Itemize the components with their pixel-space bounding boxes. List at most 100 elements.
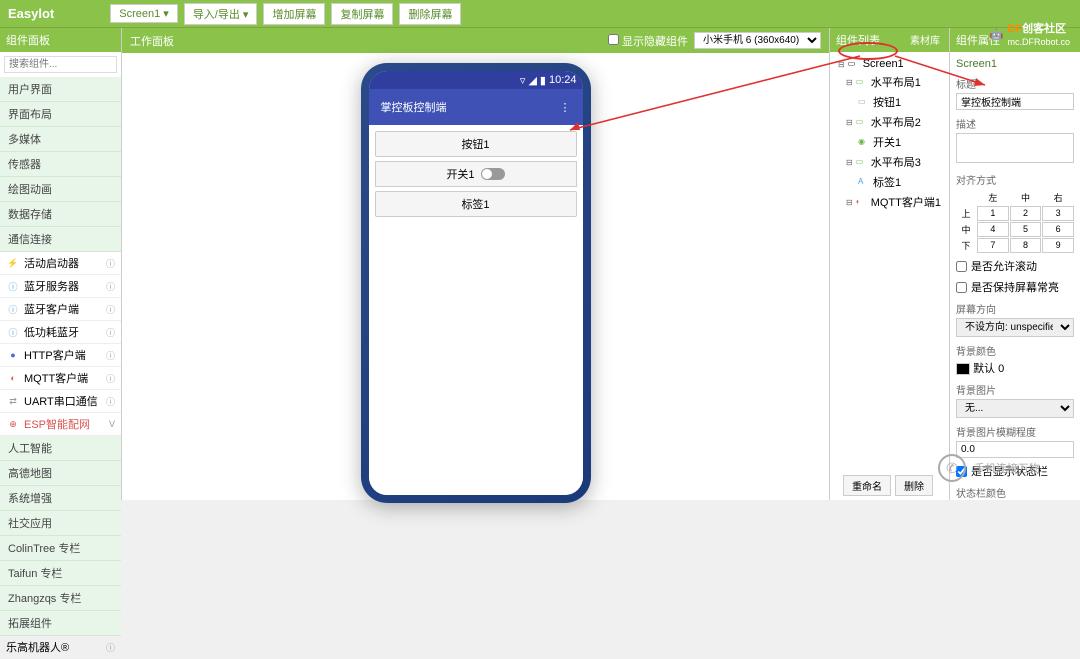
component-item[interactable]: ⊕ESP智能配网V — [0, 413, 121, 436]
tree-node-icon: ◉ — [858, 137, 870, 147]
menu-dots-icon[interactable]: ⋮ — [560, 101, 571, 114]
keepscreen-checkbox[interactable]: 是否保持屏幕常亮 — [956, 279, 1074, 295]
component-item[interactable]: ⓘ低功耗蓝牙ⓘ — [0, 321, 121, 344]
component-item[interactable]: ◐MQTT客户端ⓘ — [0, 367, 121, 390]
import-export-button[interactable]: 导入/导出 — [184, 3, 258, 25]
category-item[interactable]: 高德地图 — [0, 461, 121, 486]
wifi-icon: ▿ — [520, 74, 526, 87]
app-title: Easylot — [8, 6, 54, 21]
info-icon: ⓘ — [106, 326, 115, 339]
component-item[interactable]: ⓘ蓝牙客户端ⓘ — [0, 298, 121, 321]
component-icon: ⊕ — [6, 417, 20, 431]
phone-frame: ▿ ◢ ▮ 10:24 掌控板控制端 ⋮ 按钮1 开关1 标签1 — [361, 63, 591, 503]
copy-screen-button[interactable]: 复制屏幕 — [331, 3, 393, 25]
info-icon: ⓘ — [106, 257, 115, 270]
orient-select[interactable]: 不设方向: unspecified — [956, 318, 1074, 337]
category-item[interactable]: Zhangzqs 专栏 — [0, 586, 121, 611]
category-item[interactable]: 数据存储 — [0, 202, 121, 227]
scroll-checkbox[interactable]: 是否允许滚动 — [956, 258, 1074, 274]
category-item[interactable]: 界面布局 — [0, 102, 121, 127]
delete-screen-button[interactable]: 删除屏幕 — [399, 3, 461, 25]
category-item[interactable]: ColinTree 专栏 — [0, 536, 121, 561]
tree-node-icon: ▭ — [858, 97, 870, 107]
tree-item[interactable]: ⊟◐MQTT客户端1 — [834, 192, 945, 212]
category-item[interactable]: 用户界面 — [0, 77, 121, 102]
add-screen-button[interactable]: 增加屏幕 — [263, 3, 325, 25]
collapse-icon[interactable]: ⊟ — [838, 60, 845, 69]
prop-label: 屏幕方向 — [956, 301, 1074, 316]
tree-root[interactable]: ⊟▭Screen1 — [834, 56, 945, 72]
title-input[interactable] — [956, 93, 1074, 110]
info-icon: ⓘ — [106, 280, 115, 293]
tree-item[interactable]: ▭按钮1 — [834, 92, 945, 112]
prop-label: 背景图片 — [956, 382, 1074, 397]
component-item[interactable]: ⇄UART串口通信ⓘ — [0, 390, 121, 413]
battery-icon: ▮ — [540, 74, 546, 87]
props-target: Screen1 — [956, 58, 1074, 70]
signal-icon: ◢ — [528, 74, 536, 87]
prop-label: 状态栏颜色 — [956, 485, 1074, 500]
component-icon: ⚡ — [6, 256, 20, 270]
tree-node-icon: ◐ — [856, 197, 868, 207]
category-item[interactable]: 绘图动画 — [0, 177, 121, 202]
category-item[interactable]: Taifun 专栏 — [0, 561, 121, 586]
phone-status-bar: ▿ ◢ ▮ 10:24 — [369, 71, 583, 89]
collapse-icon[interactable]: ⊟ — [846, 198, 853, 207]
search-input[interactable] — [4, 56, 117, 73]
category-item[interactable]: 传感器 — [0, 152, 121, 177]
component-item[interactable]: 乐高机器人®ⓘ — [0, 636, 121, 659]
tree-item[interactable]: ⊟▭水平布局3 — [834, 152, 945, 172]
component-item[interactable]: ●HTTP客户端ⓘ — [0, 344, 121, 367]
category-item[interactable]: 社交应用 — [0, 511, 121, 536]
switch-toggle-icon[interactable] — [481, 168, 505, 180]
component-icon: ⓘ — [6, 325, 20, 339]
prop-label: 背景颜色 — [956, 343, 1074, 358]
collapse-icon[interactable]: ⊟ — [846, 118, 853, 127]
phone-app-bar: 掌控板控制端 ⋮ — [369, 89, 583, 125]
phone-widget-button[interactable]: 按钮1 — [375, 131, 577, 157]
tab-assets[interactable]: 素材库 — [907, 32, 943, 48]
components-panel-title: 组件面板 — [0, 28, 121, 52]
desc-input[interactable] — [956, 133, 1074, 163]
component-icon: ⇄ — [6, 394, 20, 408]
phone-widget-switch[interactable]: 开关1 — [375, 161, 577, 187]
component-icon: ⓘ — [6, 302, 20, 316]
component-item[interactable]: ⚡活动启动器ⓘ — [0, 252, 121, 275]
prop-label: 标题 — [956, 76, 1074, 91]
screen-dropdown[interactable]: Screen1 — [110, 4, 178, 23]
wechat-icon: ✆ — [938, 454, 966, 482]
phone-widget-label[interactable]: 标签1 — [375, 191, 577, 217]
category-item[interactable]: 人工智能 — [0, 436, 121, 461]
delete-button[interactable]: 删除 — [895, 475, 933, 496]
rename-button[interactable]: 重命名 — [843, 475, 891, 496]
collapse-icon[interactable]: ⊟ — [846, 158, 853, 167]
show-hidden-checkbox[interactable]: 显示隐藏组件 — [608, 33, 688, 49]
category-item[interactable]: 多媒体 — [0, 127, 121, 152]
bgimg-select[interactable]: 无... — [956, 399, 1074, 418]
prop-label: 描述 — [956, 116, 1074, 131]
component-icon: ◐ — [6, 371, 20, 385]
watermark: ✆ 手机连接万物 — [938, 454, 1040, 482]
info-icon: ⓘ — [106, 372, 115, 385]
component-icon: ⓘ — [6, 279, 20, 293]
tree-item[interactable]: ⊟▭水平布局2 — [834, 112, 945, 132]
category-item[interactable]: 通信连接 — [0, 227, 121, 252]
tree-item[interactable]: A标签1 — [834, 172, 945, 192]
info-icon: ⓘ — [106, 641, 115, 654]
device-select[interactable]: 小米手机 6 (360x640) — [694, 32, 821, 49]
component-item[interactable]: ⓘ蓝牙服务器ⓘ — [0, 275, 121, 298]
status-time: 10:24 — [549, 74, 577, 86]
tree-node-icon: ▭ — [856, 157, 868, 167]
prop-label: 对齐方式 — [956, 172, 1074, 187]
robot-icon: 🤖 — [990, 28, 1004, 41]
info-icon: ⓘ — [106, 303, 115, 316]
collapse-icon[interactable]: ⊟ — [846, 78, 853, 87]
color-swatch[interactable] — [956, 363, 970, 375]
align-grid[interactable]: 左中右 上123 中456 下789 — [956, 190, 1074, 253]
category-item[interactable]: 系统增强 — [0, 486, 121, 511]
tree-node-icon: ▭ — [856, 117, 868, 127]
category-item[interactable]: 拓展组件 — [0, 611, 121, 636]
tree-item[interactable]: ◉开关1 — [834, 132, 945, 152]
info-icon: V — [109, 419, 115, 429]
tree-item[interactable]: ⊟▭水平布局1 — [834, 72, 945, 92]
